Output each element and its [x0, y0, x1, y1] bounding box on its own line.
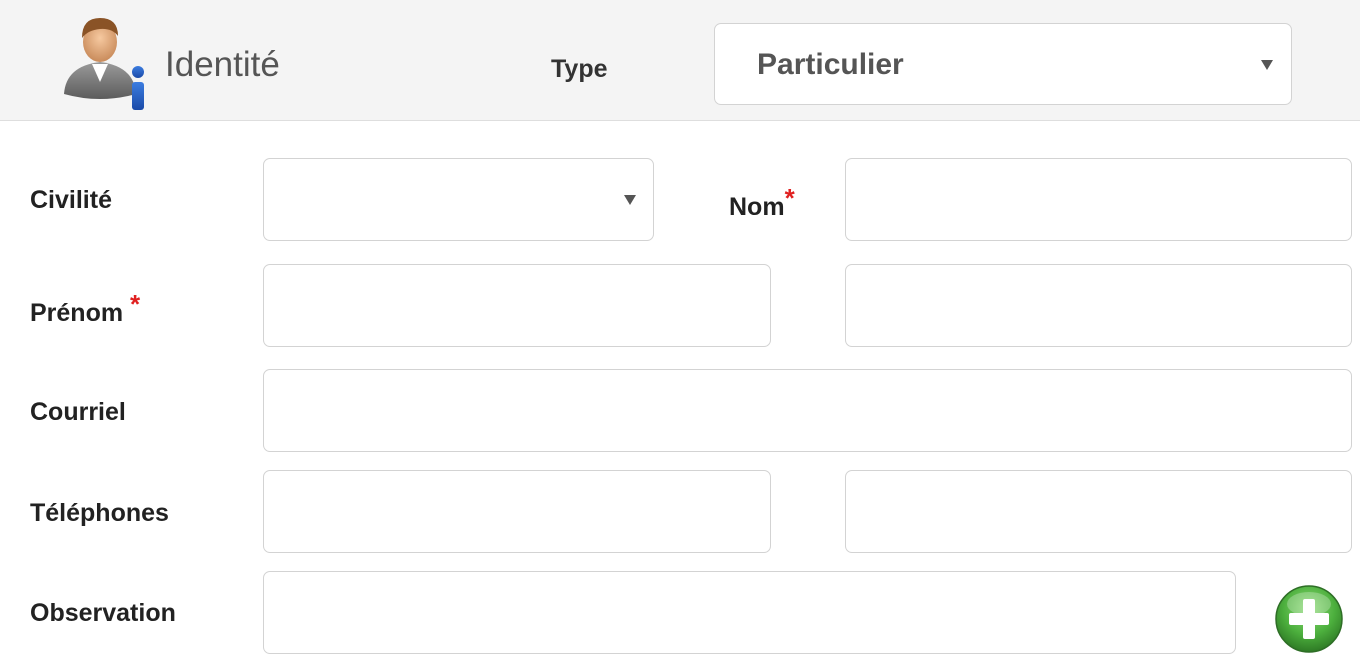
type-label: Type — [551, 55, 608, 83]
user-info-icon — [64, 18, 144, 110]
telephone-input-2[interactable] — [845, 470, 1352, 553]
nom-label-text: Nom — [729, 193, 785, 221]
required-asterisk: * — [784, 183, 795, 213]
type-select-value: Particulier — [757, 48, 904, 81]
nom-label: Nom* — [729, 183, 795, 222]
chevron-down-icon — [624, 195, 636, 205]
courriel-label: Courriel — [30, 398, 126, 426]
prenom-label-text: Prénom — [30, 299, 124, 327]
identity-header: Identité Type Particulier — [0, 0, 1360, 121]
type-select[interactable]: Particulier — [714, 23, 1292, 105]
civilite-label: Civilité — [30, 186, 112, 214]
required-asterisk: * — [130, 289, 141, 319]
nom-input[interactable] — [845, 158, 1352, 241]
identity-form-page: Identité Type Particulier Civilité Nom* … — [0, 0, 1360, 664]
chevron-down-icon — [1261, 60, 1273, 70]
prenom-label: Prénom * — [30, 289, 140, 328]
observation-input[interactable] — [263, 571, 1236, 654]
prenom-input[interactable] — [263, 264, 771, 347]
section-title: Identité — [165, 45, 280, 84]
observation-label: Observation — [30, 599, 176, 627]
prenom-extra-input[interactable] — [845, 264, 1352, 347]
telephones-label: Téléphones — [30, 499, 169, 527]
telephone-input-1[interactable] — [263, 470, 771, 553]
plus-circle-icon[interactable] — [1274, 584, 1344, 654]
courriel-input[interactable] — [263, 369, 1352, 452]
civilite-select[interactable] — [263, 158, 654, 241]
